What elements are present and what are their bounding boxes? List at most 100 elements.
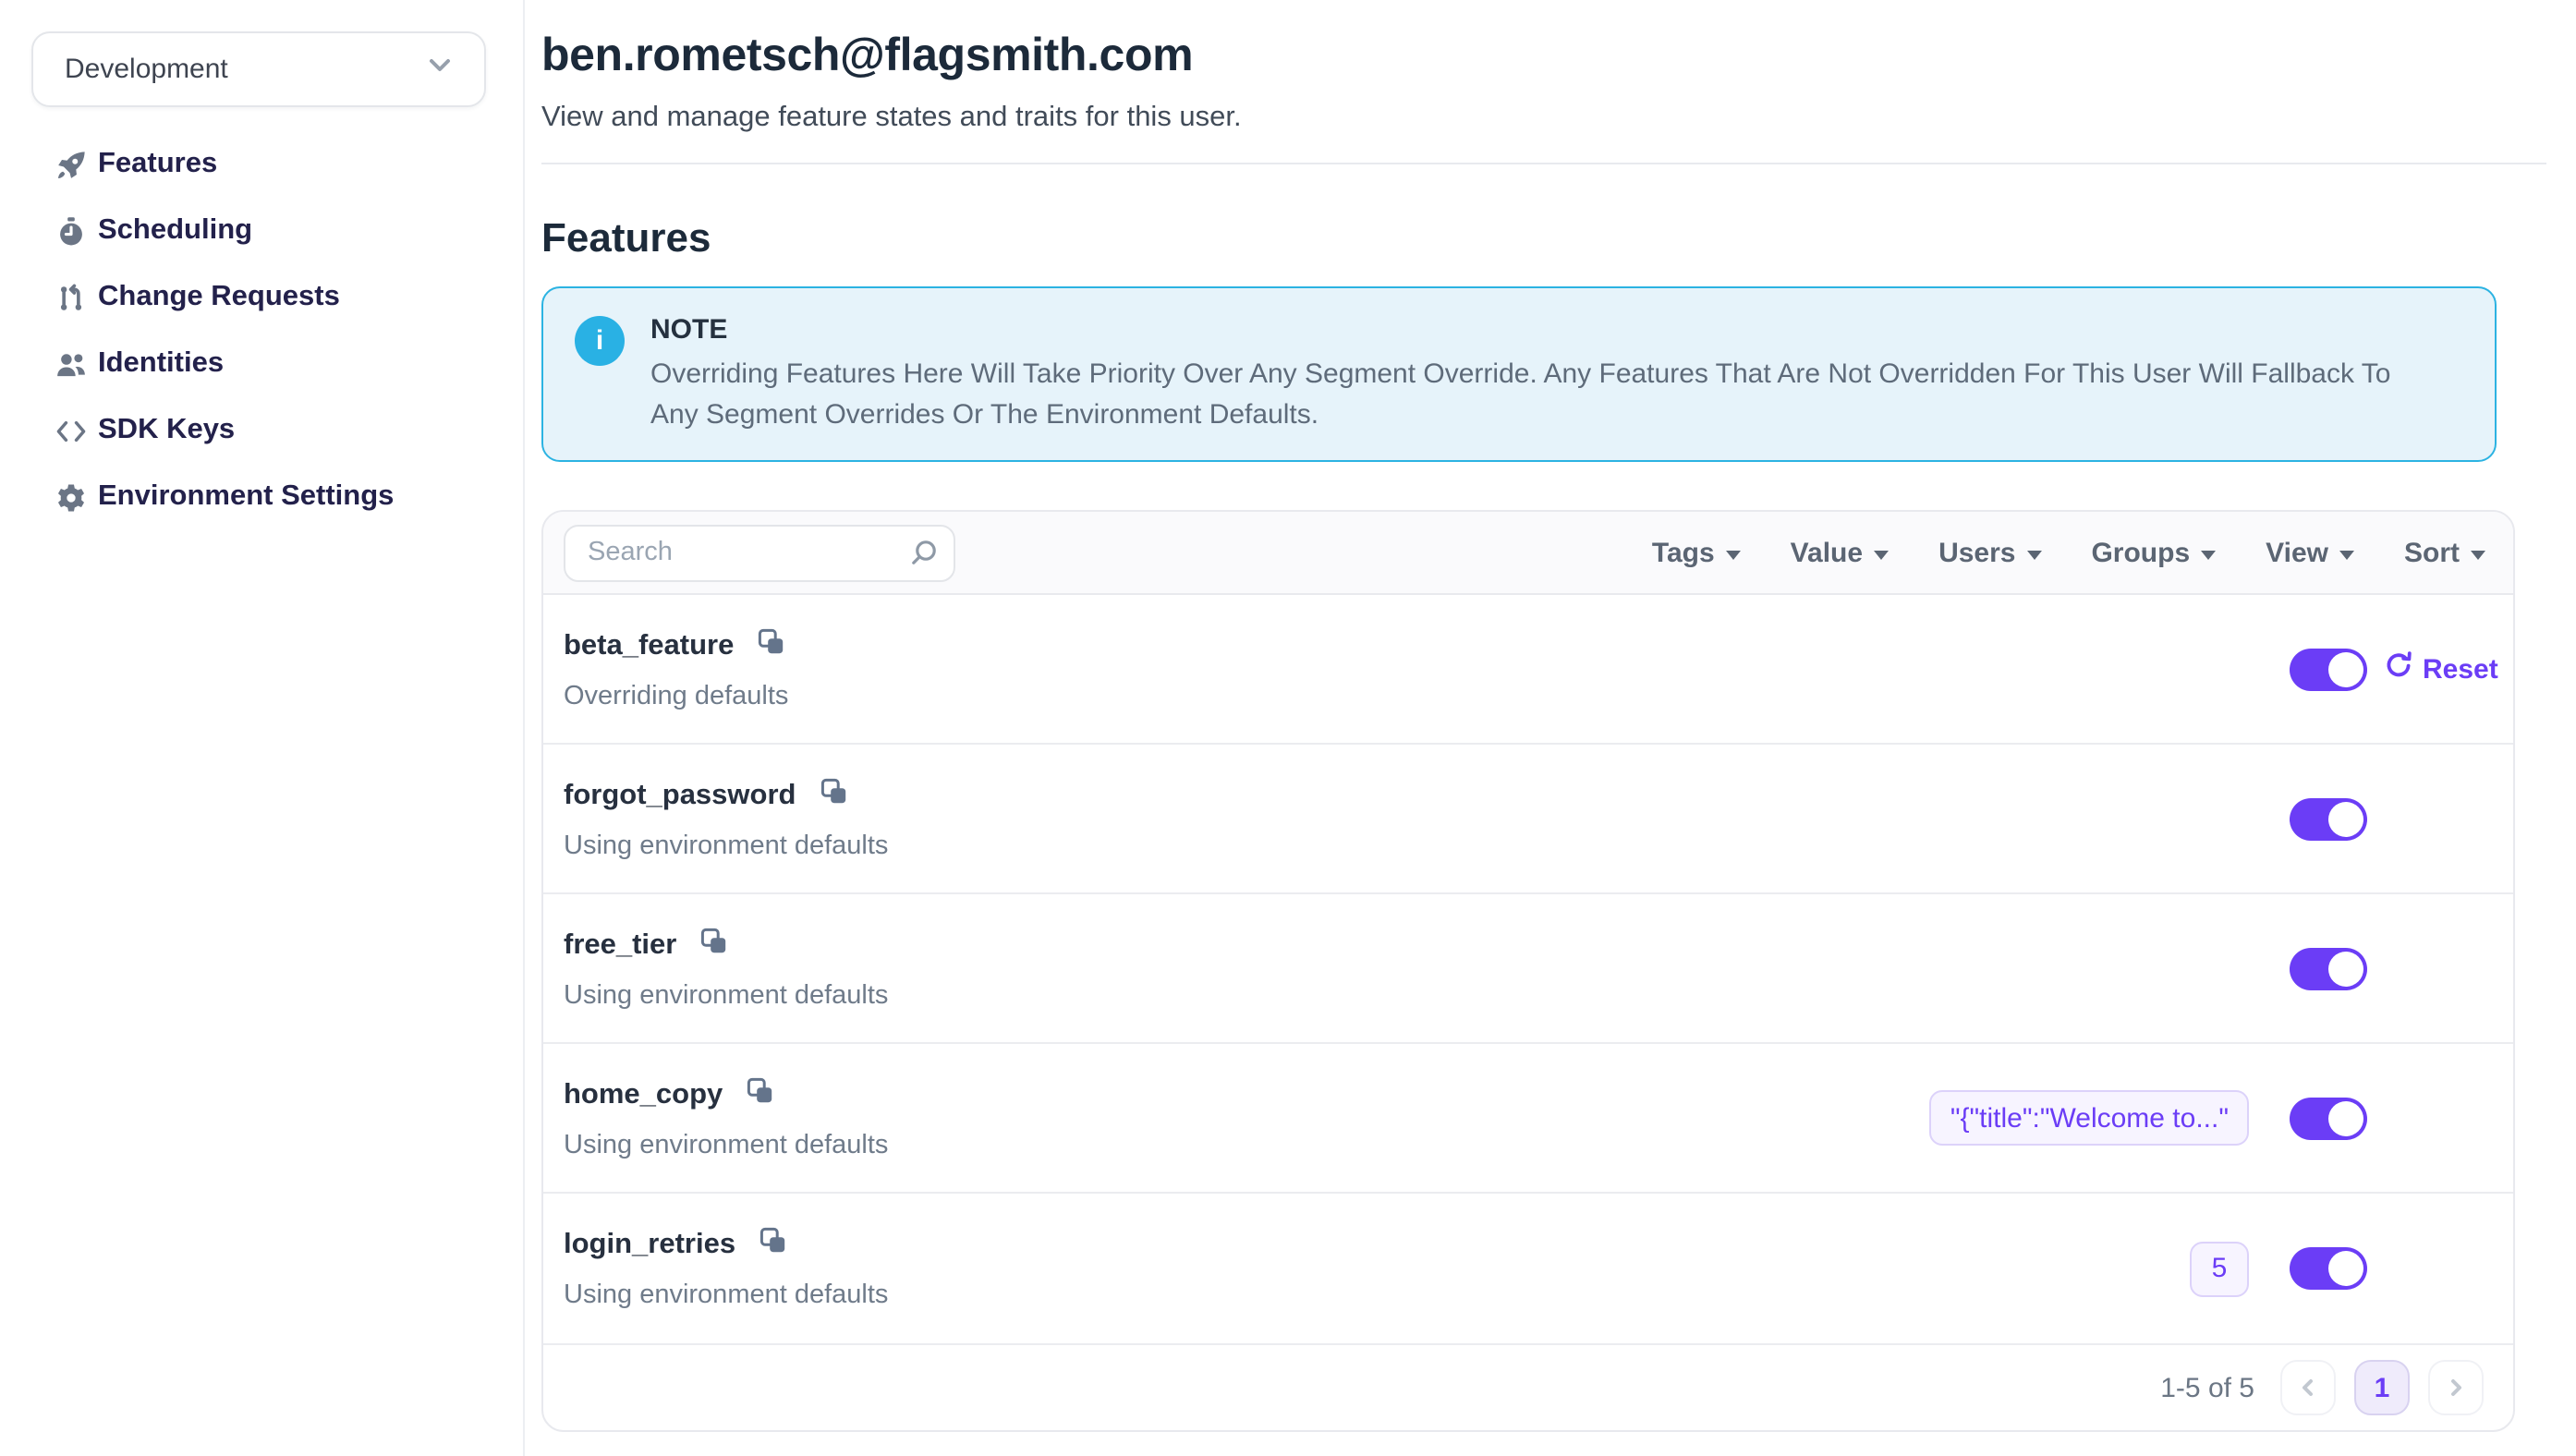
feature-toggle[interactable] xyxy=(2290,1247,2367,1290)
sidebar-item-label: Environment Settings xyxy=(98,480,394,514)
header-divider xyxy=(541,163,2546,164)
reset-label[interactable]: Reset xyxy=(2423,653,2498,685)
filter-users[interactable]: Users xyxy=(1938,537,2041,568)
feature-info: free_tier Using environment defaults xyxy=(564,927,888,1010)
copy-icon[interactable] xyxy=(747,1076,774,1113)
filter-tags[interactable]: Tags xyxy=(1652,537,1741,568)
rocket-icon xyxy=(55,149,87,180)
caret-down-icon xyxy=(2201,550,2216,559)
search-input[interactable] xyxy=(564,524,955,581)
toggle-knob xyxy=(2328,801,2363,836)
feature-toggle[interactable] xyxy=(2290,947,2367,989)
caret-down-icon xyxy=(2471,550,2485,559)
filter-label: Value xyxy=(1791,537,1863,568)
filter-label: Users xyxy=(1938,537,2015,568)
next-page-button[interactable] xyxy=(2428,1360,2484,1415)
feature-toggle[interactable] xyxy=(2290,797,2367,840)
feature-toggle[interactable] xyxy=(2290,648,2367,690)
note-content: NOTE Overriding Features Here Will Take … xyxy=(650,312,2424,436)
feature-status: Using environment defaults xyxy=(564,1280,888,1310)
feature-name[interactable]: beta_feature xyxy=(564,629,734,662)
features-panel: Tags Value Users Groups View Sort beta_f… xyxy=(541,510,2515,1432)
prev-page-button[interactable] xyxy=(2280,1360,2336,1415)
filter-value[interactable]: Value xyxy=(1791,537,1889,568)
search-wrap xyxy=(564,524,955,581)
filter-view[interactable]: View xyxy=(2266,537,2354,568)
page-number-button[interactable]: 1 xyxy=(2354,1360,2410,1415)
info-icon: i xyxy=(575,316,625,366)
reset-icon xyxy=(2384,649,2413,688)
filter-label: Sort xyxy=(2404,537,2460,568)
sidebar-item-sdk-keys[interactable]: SDK Keys xyxy=(0,397,523,464)
sidebar-item-label: Scheduling xyxy=(98,214,252,248)
copy-icon[interactable] xyxy=(700,927,728,964)
filter-sort[interactable]: Sort xyxy=(2404,537,2485,568)
note-label: NOTE xyxy=(650,312,2424,349)
sidebar-nav: Features Scheduling Change Requests Iden… xyxy=(0,131,523,530)
sidebar-item-features[interactable]: Features xyxy=(0,131,523,198)
search-icon xyxy=(907,537,939,577)
main-content: ben.rometsch@flagsmith.com View and mana… xyxy=(525,0,2576,1456)
feature-controls xyxy=(2290,947,2491,989)
feature-name[interactable]: free_tier xyxy=(564,928,676,962)
feature-row[interactable]: home_copy Using environment defaults "{"… xyxy=(543,1044,2513,1194)
feature-controls: Reset xyxy=(2290,648,2491,690)
feature-value-chip[interactable]: "{"title":"Welcome to..." xyxy=(1930,1090,2249,1146)
feature-status: Overriding defaults xyxy=(564,681,788,710)
page-subtitle: View and manage feature states and trait… xyxy=(541,98,2546,137)
pull-request-icon xyxy=(55,282,87,313)
user-features-page: Development Features Scheduling xyxy=(0,0,2576,1456)
copy-icon[interactable] xyxy=(820,777,847,814)
features-section-heading: Features xyxy=(541,212,2546,264)
environment-selector[interactable]: Development xyxy=(31,31,486,107)
chevron-down-icon xyxy=(421,46,458,92)
caret-down-icon xyxy=(1726,550,1741,559)
feature-info: beta_feature Overriding defaults xyxy=(564,627,788,710)
sidebar-item-scheduling[interactable]: Scheduling xyxy=(0,198,523,264)
caret-down-icon xyxy=(1874,550,1889,559)
copy-icon[interactable] xyxy=(758,627,785,664)
feature-info: forgot_password Using environment defaul… xyxy=(564,777,888,860)
feature-name[interactable]: login_retries xyxy=(564,1229,735,1262)
gear-icon xyxy=(55,481,87,513)
sidebar-item-change-requests[interactable]: Change Requests xyxy=(0,264,523,331)
users-icon xyxy=(55,348,87,380)
feature-value-chip[interactable]: 5 xyxy=(2190,1241,2249,1296)
filter-label: Groups xyxy=(2091,537,2190,568)
sidebar-item-label: Features xyxy=(98,148,217,181)
note-banner: i NOTE Overriding Features Here Will Tak… xyxy=(541,286,2497,462)
feature-status: Using environment defaults xyxy=(564,980,888,1010)
features-toolbar: Tags Value Users Groups View Sort xyxy=(543,512,2513,595)
toggle-knob xyxy=(2328,1251,2363,1286)
feature-row[interactable]: free_tier Using environment defaults xyxy=(543,894,2513,1044)
toggle-knob xyxy=(2328,1100,2363,1135)
feature-name[interactable]: forgot_password xyxy=(564,779,796,812)
filter-groups[interactable]: Groups xyxy=(2091,537,2216,568)
copy-icon[interactable] xyxy=(759,1227,787,1264)
sidebar-item-environment-settings[interactable]: Environment Settings xyxy=(0,464,523,530)
feature-row[interactable]: login_retries Using environment defaults… xyxy=(543,1194,2513,1343)
stopwatch-icon xyxy=(55,215,87,247)
filter-label: Tags xyxy=(1652,537,1715,568)
pagination-bar: 1-5 of 5 1 xyxy=(543,1343,2513,1430)
filter-label: View xyxy=(2266,537,2328,568)
feature-toggle[interactable] xyxy=(2290,1097,2367,1139)
sidebar-item-label: Identities xyxy=(98,347,224,381)
pagination-summary: 1-5 of 5 xyxy=(2160,1372,2254,1403)
page-title: ben.rometsch@flagsmith.com xyxy=(541,28,2546,83)
sidebar-item-label: SDK Keys xyxy=(98,414,235,447)
environment-selector-value: Development xyxy=(65,54,228,85)
environment-sidebar: Development Features Scheduling xyxy=(0,0,525,1456)
note-text: Overriding Features Here Will Take Prior… xyxy=(650,355,2424,436)
feature-info: home_copy Using environment defaults xyxy=(564,1076,888,1159)
toggle-knob xyxy=(2328,951,2363,986)
reset-control[interactable]: Reset xyxy=(2384,649,2491,688)
sidebar-item-identities[interactable]: Identities xyxy=(0,331,523,397)
feature-controls: 5 xyxy=(2190,1241,2491,1296)
feature-name[interactable]: home_copy xyxy=(564,1078,723,1111)
feature-row[interactable]: forgot_password Using environment defaul… xyxy=(543,745,2513,894)
filter-bar: Tags Value Users Groups View Sort xyxy=(1652,537,2485,568)
feature-status: Using environment defaults xyxy=(564,1130,888,1159)
feature-row[interactable]: beta_feature Overriding defaults Reset xyxy=(543,595,2513,745)
feature-status: Using environment defaults xyxy=(564,831,888,860)
